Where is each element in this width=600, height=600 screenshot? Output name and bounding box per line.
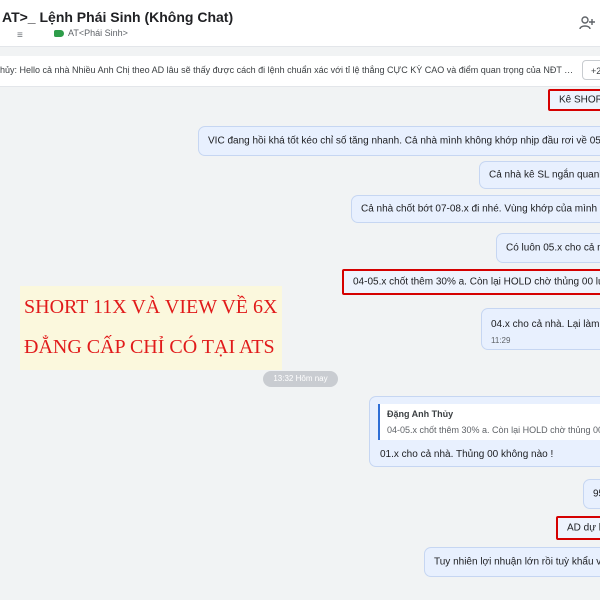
message-bubble[interactable]: Có luôn 05.x cho cả nh <box>496 233 600 263</box>
message-text: Có luôn 05.x cho cả nh <box>506 242 600 254</box>
message-bubble[interactable]: 95 <box>583 479 600 509</box>
message-bubble[interactable]: 04.x cho cả nhà. Lại làm g 11:29 <box>481 308 600 350</box>
page-title: AT>_ Lệnh Phái Sinh (Không Chat) <box>2 9 234 25</box>
message-text: Kê SHOR <box>559 94 600 106</box>
message-text: 04.x cho cả nhà. Lại làm g <box>491 319 600 330</box>
message-bubble[interactable]: VIC đang hồi khá tốt kéo chỉ số tăng nha… <box>198 126 600 156</box>
message-text: Cả nhà chốt bớt 07-08.x đi nhé. Vùng khớ… <box>361 203 600 215</box>
add-member-icon[interactable] <box>578 14 596 32</box>
message-bubble[interactable]: Kê SHOR <box>548 89 600 111</box>
chat-header: AT>_ Lệnh Phái Sinh (Không Chat) ≡ AT<Ph… <box>0 0 600 47</box>
message-bubble[interactable]: 04-05.x chốt thêm 30% a. Còn lại HOLD ch… <box>342 269 600 295</box>
message-text: 01.x cho cả nhà. Thủng 00 không nào ! <box>380 449 554 460</box>
message-text: 95 <box>593 488 600 500</box>
banner-line: SHORT 11X VÀ VIEW VỀ 6X <box>24 296 278 318</box>
message-time: 11:29 <box>491 336 511 345</box>
reply-message-bubble[interactable]: Đặng Anh Thủy 04-05.x chốt thêm 30% a. C… <box>369 396 600 467</box>
message-bubble[interactable]: AD dự k <box>556 516 600 540</box>
message-text: VIC đang hồi khá tốt kéo chỉ số tăng nha… <box>208 135 600 147</box>
message-text: Tuy nhiên lợi nhuận lớn rồi tuỳ khẩu vị <box>434 556 600 568</box>
message-bubble[interactable]: Tuy nhiên lợi nhuận lớn rồi tuỳ khẩu vị <box>424 547 600 577</box>
date-divider: 13:32 Hôm nay <box>263 371 338 387</box>
quoted-text: 04-05.x chốt thêm 30% a. Còn lại HOLD ch… <box>387 425 600 435</box>
banner-line: ĐẲNG CẤP CHỈ CÓ TẠI ATS <box>24 336 275 358</box>
message-text: AD dự k <box>567 522 600 534</box>
tag-icon <box>54 29 64 37</box>
promo-banner-image: SHORT 11X VÀ VIEW VỀ 6X ĐẲNG CẤP CHỈ CÓ … <box>20 286 282 370</box>
group-tag-label: AT<Phái Sinh> <box>68 28 128 38</box>
pinned-message-bar[interactable]: hủy: Hello cả nhà Nhiều Anh Chị theo AD … <box>0 56 600 87</box>
message-text: Cả nhà kê SL ngắn quanh <box>489 169 600 181</box>
message-text: 04-05.x chốt thêm 30% a. Còn lại HOLD ch… <box>353 276 600 288</box>
quoted-message[interactable]: Đặng Anh Thủy 04-05.x chốt thêm 30% a. C… <box>378 404 600 440</box>
pinned-message-text: hủy: Hello cả nhà Nhiều Anh Chị theo AD … <box>0 65 575 75</box>
message-list[interactable]: Kê SHOR VIC đang hồi khá tốt kéo chỉ số … <box>0 86 600 600</box>
quoted-author: Đặng Anh Thủy <box>387 409 454 419</box>
pinned-count-badge[interactable]: +2 <box>582 60 600 80</box>
message-bubble[interactable]: Cả nhà kê SL ngắn quanh <box>479 161 600 189</box>
menu-icon[interactable]: ≡ <box>17 30 23 41</box>
group-tag[interactable]: AT<Phái Sinh> <box>54 28 128 38</box>
message-bubble[interactable]: Cả nhà chốt bớt 07-08.x đi nhé. Vùng khớ… <box>351 195 600 223</box>
